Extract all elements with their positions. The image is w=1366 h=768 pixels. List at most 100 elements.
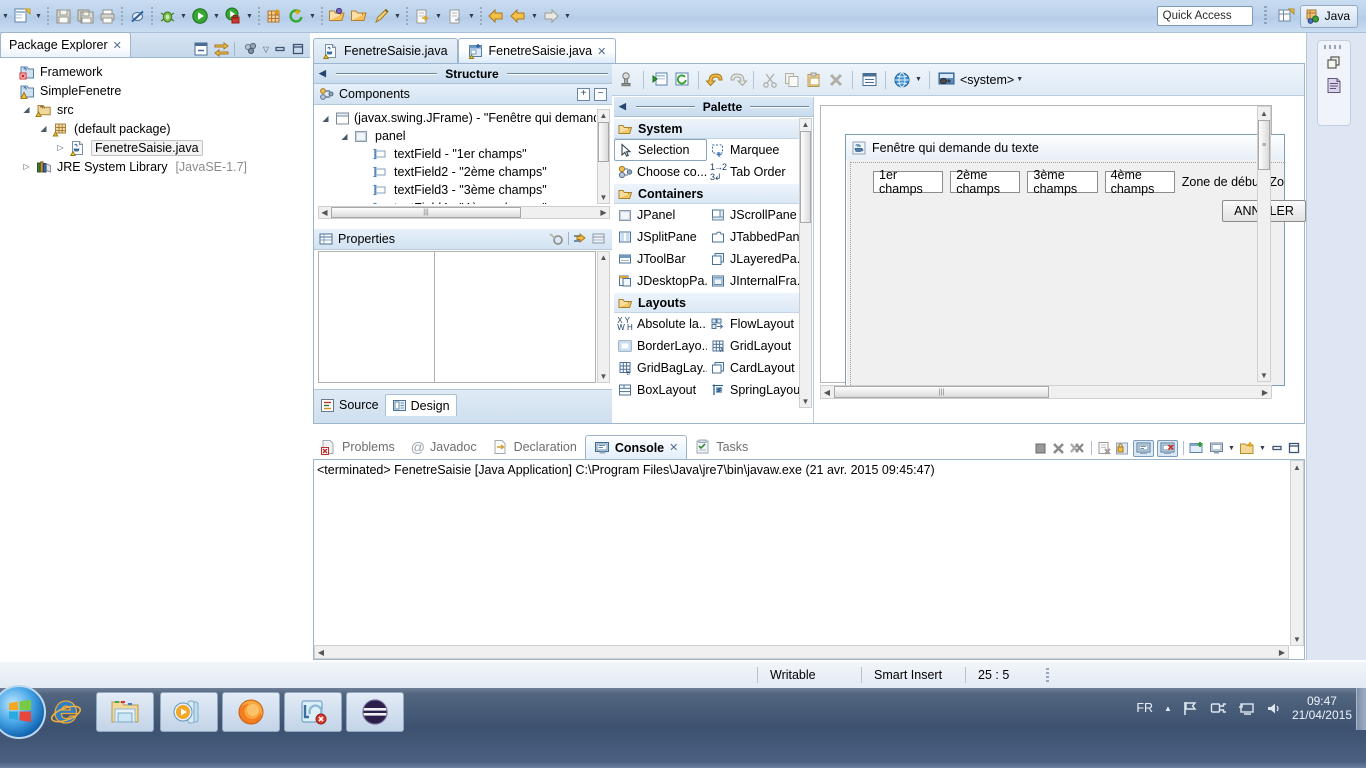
restore-icon[interactable] [1326, 55, 1342, 71]
canvas-hscrollbar[interactable]: ◀ ||| ▶ [820, 385, 1272, 399]
console-scroll-left-arrow[interactable]: ◀ [315, 646, 327, 658]
search-dropdown-arrow[interactable]: ▼ [392, 5, 403, 27]
tree-expand-arrow-open[interactable]: ◢ [339, 132, 350, 141]
taskbar-clock[interactable]: 09:47 21/04/2015 [1292, 694, 1352, 722]
palette-vscrollbar[interactable]: ▲ ▼ [799, 118, 812, 408]
layout-assistant-icon[interactable] [858, 69, 880, 91]
palette-scroll-down-arrow[interactable]: ▼ [800, 396, 811, 407]
preview-textfield[interactable]: 2ème champs [950, 168, 1021, 196]
scroll-down-arrow[interactable]: ▼ [598, 192, 609, 203]
palette-item[interactable]: JScrollPane [707, 204, 800, 226]
volume-icon[interactable] [1266, 701, 1281, 716]
taskbar-lotus-notes-button[interactable] [284, 692, 342, 732]
tab-package-explorer[interactable]: Package Explorer ✕ [0, 32, 131, 57]
component-tree-row[interactable]: textField3 - "3ème champs" [316, 181, 596, 199]
console-scroll-up-arrow[interactable]: ▲ [1291, 461, 1303, 473]
externalize-strings-icon[interactable] [891, 69, 913, 91]
console-tab[interactable]: Console ✕ [584, 435, 688, 459]
tree-expand-arrow-open[interactable]: ◢ [21, 105, 32, 114]
tree-expand-arrow-open[interactable]: ◢ [38, 124, 49, 133]
palette-scroll-up-arrow[interactable]: ▲ [800, 119, 811, 130]
component-tree-row[interactable]: ◢ (javax.swing.JFrame) - "Fenêtre qui dem… [316, 109, 596, 127]
link-with-editor-icon[interactable] [213, 41, 230, 57]
console-vscrollbar[interactable]: ▲ ▼ [1290, 460, 1304, 646]
package-tree-row[interactable]: ▷ FenetreSaisie.java [4, 138, 310, 157]
open-task-icon[interactable] [348, 5, 370, 27]
package-tree-row[interactable]: ▷ JRE System Library [JavaSE-1.7] [4, 157, 310, 176]
editor-tab[interactable]: FenetreSaisie.java [313, 38, 458, 63]
canvas-hscroll-thumb[interactable]: ||| [834, 386, 1049, 398]
external-tools-dropdown-arrow[interactable]: ▼ [307, 5, 318, 27]
print-icon[interactable] [96, 5, 118, 27]
canvas-scroll-up-arrow[interactable]: ▲ [1258, 107, 1270, 119]
test-icon[interactable] [616, 69, 638, 91]
package-tree-row[interactable]: ◢ src [4, 100, 310, 119]
open-console-icon[interactable] [1239, 441, 1255, 456]
package-tree-row[interactable]: Framework [4, 62, 310, 81]
palette-item[interactable]: CardLayout [707, 357, 800, 379]
toolbar-grip[interactable] [1263, 6, 1267, 26]
console-tab[interactable]: Problems [313, 435, 403, 459]
close-icon[interactable]: ✕ [113, 39, 122, 52]
save-all-icon[interactable] [74, 5, 96, 27]
minimize-icon[interactable] [1270, 441, 1284, 455]
cut-icon[interactable] [759, 69, 781, 91]
maximize-icon[interactable] [1287, 441, 1301, 455]
console-tab[interactable]: Declaration [485, 435, 585, 459]
properties-vscrollbar[interactable]: ▲ ▼ [597, 251, 610, 383]
preview-textfield[interactable]: 3ème champs [1027, 168, 1098, 196]
components-vscrollbar[interactable]: ▲ ▼ [597, 109, 610, 204]
palette-item[interactable]: JToolBar [614, 248, 707, 270]
maximize-icon[interactable] [291, 42, 305, 56]
design-canvas[interactable]: Fenêtre qui demande du texte 1er champs 2… [820, 105, 1306, 386]
console-output-area[interactable]: <terminated> FenetreSaisie [Java Applica… [313, 459, 1305, 660]
taskbar-windows-explorer-button[interactable] [96, 692, 154, 732]
preview-jframe[interactable]: Fenêtre qui demande du texte 1er champs 2… [845, 134, 1306, 386]
component-tree-row[interactable]: textField2 - "2ème champs" [316, 163, 596, 181]
canvas-scroll-down-arrow[interactable]: ▼ [1258, 369, 1270, 381]
quick-access-input[interactable]: Quick Access [1156, 6, 1253, 26]
collapse-all-icon[interactable] [193, 41, 209, 57]
tree-expand-arrow-closed[interactable]: ▷ [21, 162, 32, 171]
show-events-icon[interactable] [592, 232, 607, 246]
back-icon[interactable] [485, 5, 507, 27]
display-selected-console-icon[interactable] [1209, 441, 1224, 456]
minimize-icon[interactable] [273, 42, 287, 56]
palette-item[interactable]: Marquee [707, 139, 800, 161]
preview-panel[interactable]: 1er champs 2ème champs 3ème champs 4ème cha… [850, 162, 1306, 385]
component-tree-row[interactable]: textField - "1er champs" [316, 145, 596, 163]
collapse-all-icon[interactable]: − [594, 87, 607, 101]
console-tab[interactable]: Tasks [687, 435, 756, 459]
tree-expand-arrow-closed[interactable]: ▷ [55, 143, 66, 152]
terminate-icon[interactable] [1033, 441, 1048, 456]
tree-expand-arrow-open[interactable]: ◢ [320, 114, 331, 123]
debug-icon[interactable] [156, 5, 178, 27]
palette-item[interactable]: Selection [614, 139, 708, 161]
open-console-arrow[interactable]: ▼ [1258, 437, 1267, 459]
props-scroll-down-arrow[interactable]: ▼ [598, 371, 609, 382]
palette-vscroll-thumb[interactable] [800, 131, 811, 223]
save-icon[interactable] [52, 5, 74, 27]
components-hscrollbar[interactable]: ◀ ||| ▶ [318, 206, 610, 219]
components-hscroll-thumb[interactable]: ||| [331, 207, 521, 218]
view-menu-icon[interactable] [243, 41, 259, 57]
palette-item[interactable]: BorderLayo... [614, 335, 707, 357]
taskbar-internet-explorer-button[interactable] [44, 692, 88, 732]
properties-column-divider[interactable] [434, 252, 435, 382]
palette-category-header[interactable]: System [614, 118, 800, 139]
refresh-source-icon[interactable] [671, 69, 693, 91]
remove-launch-icon[interactable] [1051, 441, 1066, 456]
copy-icon[interactable] [781, 69, 803, 91]
monitor-icon[interactable] [1238, 701, 1255, 716]
components-vscroll-thumb[interactable] [598, 122, 609, 162]
palette-item[interactable]: FlowLayout [707, 313, 800, 335]
canvas-vscrollbar[interactable]: ▲ ≡ ▼ [1257, 106, 1271, 382]
palette-item[interactable]: JSplitPane [614, 226, 707, 248]
taskbar-firefox-button[interactable] [222, 692, 280, 732]
preview-textfield[interactable]: 1er champs [873, 168, 944, 196]
previous-annotation-icon[interactable] [444, 5, 466, 27]
pin-console-icon[interactable] [1189, 441, 1206, 456]
new-dropdown-arrow[interactable]: ▼ [0, 5, 11, 27]
editor-bottom-tab[interactable]: Design [384, 394, 457, 416]
chevron-up-icon[interactable]: ▲ [1164, 704, 1172, 713]
